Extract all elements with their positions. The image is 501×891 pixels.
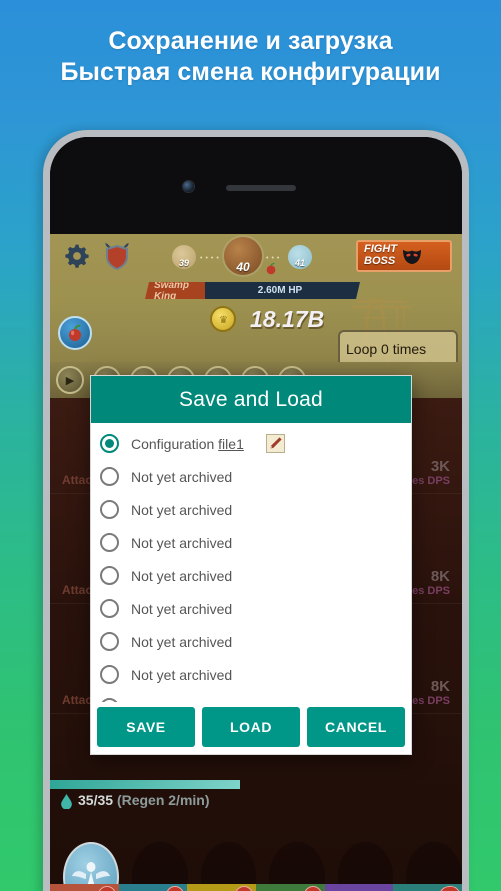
config-file-name: file1 (218, 435, 244, 452)
character-row: 24 (50, 818, 462, 891)
config-row-label: Not yet archived (131, 468, 233, 485)
game-header: 39 •••• 40 ••• 41 FIGHT BOSS Swamp King … (50, 234, 462, 362)
fight-boss-label: FIGHT BOSS (364, 244, 397, 267)
bottom-tab-cloak[interactable]: New (393, 884, 462, 891)
boss-hp-value: 2.60M HP (257, 285, 303, 296)
bottom-tab-sword[interactable]: 12 (50, 884, 119, 891)
bottom-tab-shirt[interactable]: 1 (187, 884, 257, 891)
mana-regen: (Regen 2/min) (116, 792, 210, 808)
coin-glyph: ♛ (219, 315, 228, 326)
config-row-label: Not yet archived (131, 534, 233, 551)
tab-badge: 5 (166, 886, 185, 891)
tab-badge: 2 (303, 886, 322, 891)
promo-line-2: Быстрая смена конфигурации (60, 58, 441, 87)
toolbar-play-icon[interactable]: ▶ (56, 366, 84, 394)
gold-amount: 18.17B (250, 306, 325, 332)
config-row-label: Not yet archived (131, 501, 233, 518)
radio-button[interactable] (100, 665, 119, 684)
bottom-tab-crown[interactable] (324, 884, 394, 891)
config-row-6[interactable]: Not yet archived (91, 625, 411, 658)
shield-swords-icon[interactable] (102, 241, 132, 271)
apple-potion-icon (69, 324, 81, 341)
devil-head-icon (403, 249, 421, 265)
loop-tooltip: Loop 0 times (338, 330, 458, 362)
level-dots-right: ••• (266, 255, 283, 262)
phone-top-bezel (50, 137, 462, 234)
dialog-actions: SAVE LOAD CANCEL (91, 702, 411, 754)
radio-button[interactable] (100, 500, 119, 519)
level-next[interactable]: 41 (288, 245, 312, 269)
save-button[interactable]: SAVE (97, 707, 195, 747)
mana-drop-icon (61, 794, 72, 809)
fight-boss-line2: BOSS (364, 255, 396, 267)
cancel-button[interactable]: CANCEL (307, 707, 405, 747)
config-row-7[interactable]: Not yet archived (91, 658, 411, 691)
promo-line-1: Сохранение и загрузка (108, 27, 393, 55)
tab-badge: 12 (97, 886, 116, 891)
config-row-label: Not yet archived (131, 633, 233, 650)
config-row-2[interactable]: Not yet archived (91, 493, 411, 526)
radio-button-selected[interactable] (100, 434, 119, 453)
config-row-1[interactable]: Not yet archived (91, 460, 411, 493)
config-row-5[interactable]: Not yet archived (91, 592, 411, 625)
level-current[interactable]: 40 (224, 237, 262, 275)
config-row-0[interactable]: Configuration file1 (91, 427, 411, 460)
config-row-label: Not yet archived (131, 567, 233, 584)
boss-name: Swamp King (154, 279, 190, 302)
bottom-tab-bar: 12 5 1 (50, 884, 462, 891)
tab-badge: 1 (235, 886, 254, 891)
config-row-4[interactable]: Not yet archived (91, 559, 411, 592)
config-row-label: Not yet archived (131, 666, 233, 683)
config-row-label: Configuration file1 (131, 436, 244, 452)
save-load-dialog: Save and Load Configuration file1 Not ye… (90, 375, 412, 755)
pencil-icon[interactable] (265, 434, 285, 453)
mana-value: 35/35 (78, 792, 114, 808)
radio-button[interactable] (100, 599, 119, 618)
gold-coin-icon: ♛ (210, 306, 236, 332)
promo-headline: Сохранение и загрузка Быстрая смена конф… (0, 26, 501, 89)
radio-button[interactable] (100, 533, 119, 552)
tab-badge-new: New (436, 884, 461, 891)
config-row-label: Not yet archived (131, 600, 233, 617)
earpiece-speaker (226, 185, 296, 191)
gear-icon[interactable] (64, 243, 90, 269)
mana-bar (50, 780, 240, 789)
config-row-3[interactable]: Not yet archived (91, 526, 411, 559)
bottom-tab-armor[interactable]: 5 (118, 884, 188, 891)
boss-hp-bar: Swamp King 2.60M HP (145, 282, 360, 299)
config-row-prefix: Configuration (131, 435, 219, 452)
fight-boss-button[interactable]: FIGHT BOSS (356, 240, 452, 272)
configuration-list[interactable]: Configuration file1 Not yet archived Not… (91, 423, 411, 702)
radio-button[interactable] (100, 467, 119, 486)
front-camera-icon (183, 181, 194, 192)
radio-button[interactable] (100, 566, 119, 585)
pencil-glyph (270, 437, 282, 449)
level-prev[interactable]: 39 (172, 245, 196, 269)
radio-button[interactable] (100, 698, 119, 702)
apple-drop-icon (266, 262, 276, 275)
level-dots-left: •••• (200, 255, 222, 262)
config-row-8[interactable]: Not yet archived (91, 691, 411, 702)
radio-button[interactable] (100, 632, 119, 651)
dialog-title: Save and Load (91, 376, 411, 423)
apple-potion-button[interactable] (58, 316, 92, 350)
mana-status: 35/35 (Regen 2/min) (78, 792, 210, 808)
bottom-tab-helmet[interactable]: 2 (256, 884, 325, 891)
load-button[interactable]: LOAD (202, 707, 300, 747)
